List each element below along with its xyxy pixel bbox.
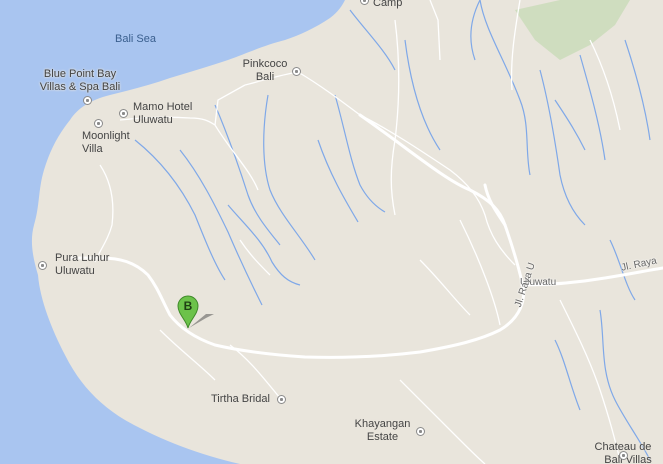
khayangan-poi-icon[interactable] (416, 427, 425, 436)
place-pura-label: Pura Luhur Uluwatu (55, 252, 109, 278)
pura-line1: Pura Luhur (55, 252, 110, 264)
khayangan-line2: Estate (366, 431, 399, 443)
place-camp-label: Camp (373, 0, 403, 9)
place-khayangan-label: Khayangan Estate (345, 418, 420, 444)
moonlight-line1: Moonlight (82, 130, 130, 142)
khayangan-line1: Khayangan (354, 418, 411, 430)
place-blue-point-label: Blue Point Bay Villas & Spa Bali (25, 68, 135, 94)
chateau-poi-icon[interactable] (619, 451, 628, 460)
pinkcoco-poi-icon[interactable] (292, 67, 301, 76)
marker-letter: B (184, 299, 193, 313)
blue-point-line1: Blue Point Bay (43, 68, 117, 80)
moonlight-line2: Villa (82, 143, 103, 155)
mamo-line2: Uluwatu (133, 114, 173, 126)
place-mamo-label: Mamo Hotel Uluwatu (133, 101, 192, 127)
place-moonlight-label: Moonlight Villa (82, 130, 130, 156)
place-tirtha-label: Tirtha Bridal (211, 393, 270, 405)
blue-point-poi-icon[interactable] (83, 96, 92, 105)
map-marker-b[interactable]: B (176, 292, 216, 332)
place-pinkcoco-label: Pinkcoco Bali (235, 58, 295, 84)
pinkcoco-line2: Bali (255, 71, 275, 83)
moonlight-poi-icon[interactable] (94, 119, 103, 128)
sea-label: Bali Sea (115, 33, 156, 45)
mamo-poi-icon[interactable] (119, 109, 128, 118)
tirtha-poi-icon[interactable] (277, 395, 286, 404)
map-view[interactable]: Bali Sea Camp Blue Point Bay Villas & Sp… (0, 0, 663, 464)
blue-point-line2: Villas & Spa Bali (39, 81, 121, 93)
pura-poi-icon[interactable] (38, 261, 47, 270)
mamo-line1: Mamo Hotel (133, 101, 193, 113)
pura-line2: Uluwatu (55, 265, 95, 277)
pinkcoco-line1: Pinkcoco (242, 58, 288, 70)
